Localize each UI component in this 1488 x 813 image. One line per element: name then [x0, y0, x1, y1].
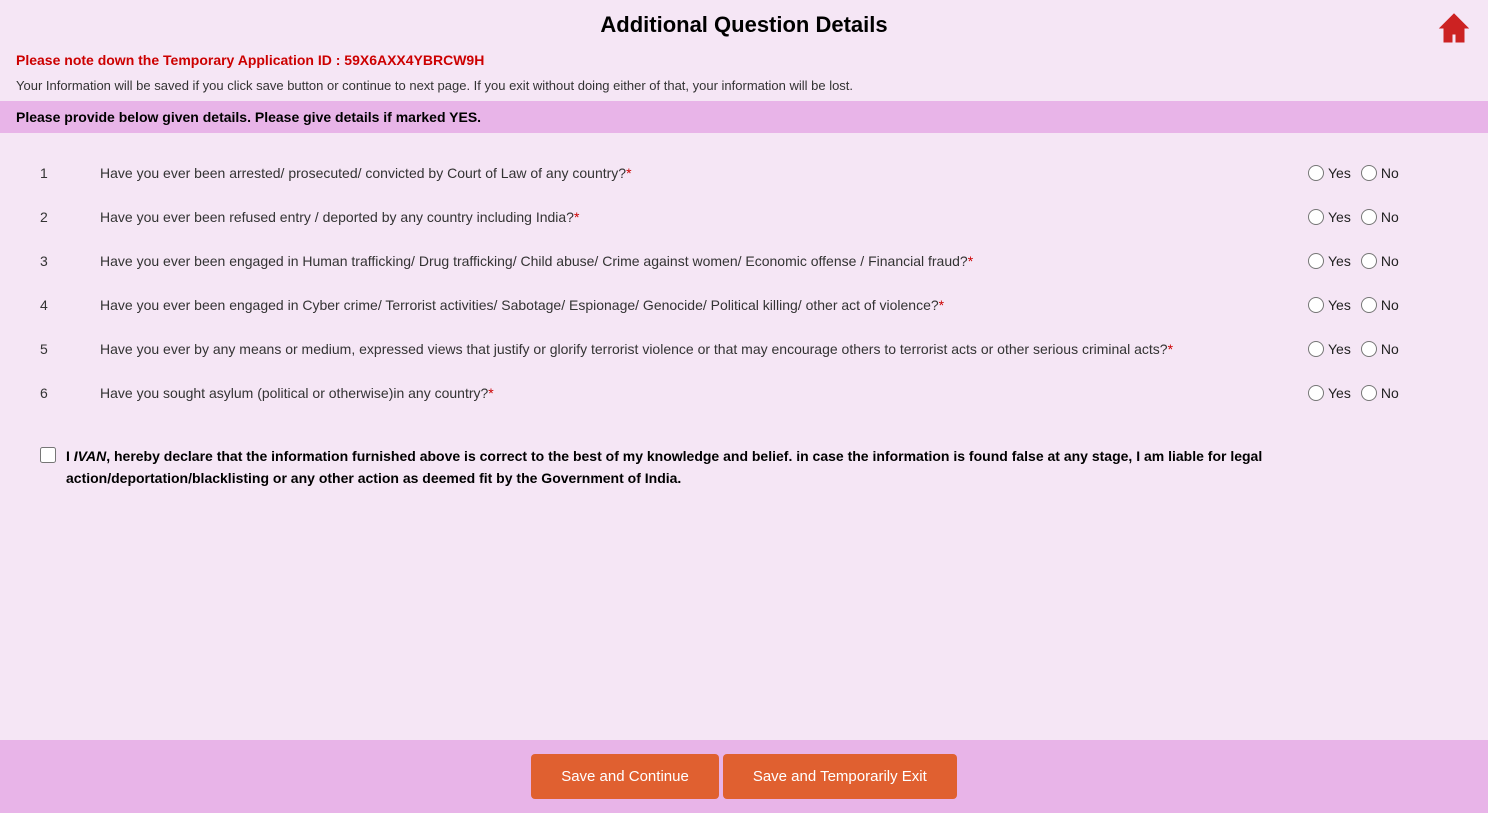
no-label-2: No	[1381, 209, 1399, 225]
question-text-2: Have you ever been refused entry / depor…	[100, 209, 1308, 225]
question-row: 1 Have you ever been arrested/ prosecute…	[40, 151, 1448, 195]
question-text-5: Have you ever by any means or medium, ex…	[100, 341, 1308, 357]
radio-no-input-3[interactable]	[1361, 253, 1377, 269]
question-row: 6 Have you sought asylum (political or o…	[40, 371, 1448, 415]
question-text-3: Have you ever been engaged in Human traf…	[100, 253, 1308, 269]
no-label-1: No	[1381, 165, 1399, 181]
question-num-4: 4	[40, 297, 100, 313]
question-num-1: 1	[40, 165, 100, 181]
temp-id-label: Please note down the Temporary Applicati…	[16, 52, 340, 68]
no-label-5: No	[1381, 341, 1399, 357]
question-row: 5 Have you ever by any means or medium, …	[40, 327, 1448, 371]
radio-group-1: Yes No	[1308, 165, 1448, 181]
radio-no-input-1[interactable]	[1361, 165, 1377, 181]
declaration-checkbox[interactable]	[40, 447, 56, 463]
no-label-3: No	[1381, 253, 1399, 269]
radio-group-2: Yes No	[1308, 209, 1448, 225]
radio-yes-6[interactable]: Yes	[1308, 385, 1351, 401]
radio-yes-3[interactable]: Yes	[1308, 253, 1351, 269]
radio-yes-input-5[interactable]	[1308, 341, 1324, 357]
save-exit-button[interactable]: Save and Temporarily Exit	[723, 754, 957, 799]
radio-no-1[interactable]: No	[1361, 165, 1399, 181]
radio-yes-input-2[interactable]	[1308, 209, 1324, 225]
yes-label-5: Yes	[1328, 341, 1351, 357]
radio-yes-5[interactable]: Yes	[1308, 341, 1351, 357]
question-text-1: Have you ever been arrested/ prosecuted/…	[100, 165, 1308, 181]
question-row: 2 Have you ever been refused entry / dep…	[40, 195, 1448, 239]
page-title: Additional Question Details	[0, 12, 1488, 38]
declaration-area: I IVAN, hereby declare that the informat…	[0, 425, 1488, 500]
notice-bar: Please provide below given details. Plea…	[0, 101, 1488, 133]
declaration-text: I IVAN, hereby declare that the informat…	[66, 445, 1448, 490]
home-icon[interactable]	[1436, 10, 1472, 46]
temp-id-bar: Please note down the Temporary Applicati…	[0, 46, 1488, 74]
radio-no-input-4[interactable]	[1361, 297, 1377, 313]
radio-yes-input-6[interactable]	[1308, 385, 1324, 401]
question-num-6: 6	[40, 385, 100, 401]
question-row: 3 Have you ever been engaged in Human tr…	[40, 239, 1448, 283]
radio-no-3[interactable]: No	[1361, 253, 1399, 269]
radio-yes-input-1[interactable]	[1308, 165, 1324, 181]
header-bar: Additional Question Details	[0, 0, 1488, 46]
radio-group-3: Yes No	[1308, 253, 1448, 269]
radio-group-6: Yes No	[1308, 385, 1448, 401]
save-continue-button[interactable]: Save and Continue	[531, 754, 719, 799]
questions-area: 1 Have you ever been arrested/ prosecute…	[0, 141, 1488, 425]
question-row: 4 Have you ever been engaged in Cyber cr…	[40, 283, 1448, 327]
radio-no-input-2[interactable]	[1361, 209, 1377, 225]
no-label-6: No	[1381, 385, 1399, 401]
info-text: Your Information will be saved if you cl…	[0, 74, 1488, 101]
question-text-4: Have you ever been engaged in Cyber crim…	[100, 297, 1308, 313]
radio-yes-2[interactable]: Yes	[1308, 209, 1351, 225]
radio-no-2[interactable]: No	[1361, 209, 1399, 225]
radio-yes-input-4[interactable]	[1308, 297, 1324, 313]
footer-buttons: Save and Continue Save and Temporarily E…	[0, 740, 1488, 813]
question-num-5: 5	[40, 341, 100, 357]
question-text-6: Have you sought asylum (political or oth…	[100, 385, 1308, 401]
radio-no-6[interactable]: No	[1361, 385, 1399, 401]
yes-label-4: Yes	[1328, 297, 1351, 313]
radio-group-4: Yes No	[1308, 297, 1448, 313]
radio-yes-input-3[interactable]	[1308, 253, 1324, 269]
radio-group-5: Yes No	[1308, 341, 1448, 357]
radio-yes-4[interactable]: Yes	[1308, 297, 1351, 313]
radio-yes-1[interactable]: Yes	[1308, 165, 1351, 181]
question-num-2: 2	[40, 209, 100, 225]
radio-no-4[interactable]: No	[1361, 297, 1399, 313]
no-label-4: No	[1381, 297, 1399, 313]
radio-no-input-6[interactable]	[1361, 385, 1377, 401]
yes-label-6: Yes	[1328, 385, 1351, 401]
yes-label-3: Yes	[1328, 253, 1351, 269]
question-num-3: 3	[40, 253, 100, 269]
radio-no-5[interactable]: No	[1361, 341, 1399, 357]
radio-no-input-5[interactable]	[1361, 341, 1377, 357]
yes-label-1: Yes	[1328, 165, 1351, 181]
yes-label-2: Yes	[1328, 209, 1351, 225]
temp-id-value: 59X6AXX4YBRCW9H	[344, 52, 484, 68]
